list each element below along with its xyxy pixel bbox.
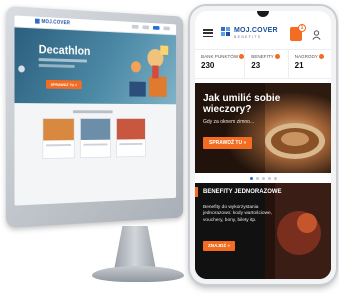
brand-name: MOJ.COVER [234, 27, 278, 34]
stat-points[interactable]: BANK PUNKTÓW 230 [195, 50, 246, 78]
one-time-benefits-card[interactable]: BENEFITY JEDNORAZOWE Benefity do wykorzy… [195, 183, 331, 279]
card-image [195, 183, 331, 279]
stat-value: 23 [251, 61, 261, 70]
desktop-hero-subtitle-line [38, 63, 75, 68]
monitor-stand-base [92, 266, 184, 282]
logo-mark-icon [221, 27, 230, 36]
card-button[interactable]: ZNAJDŹ » [203, 241, 235, 251]
promo-button[interactable]: SPRAWDŹ TU » [203, 137, 253, 149]
tile-line [83, 143, 108, 146]
stat-value: 21 [294, 61, 304, 70]
carousel-dot-active[interactable] [249, 176, 253, 180]
tile-line [119, 142, 143, 146]
card-title: BENEFITY JEDNORAZOWE [203, 189, 282, 195]
desktop-nav-item-active[interactable] [153, 25, 160, 30]
carousel-dot[interactable] [255, 176, 259, 180]
card-title-accent [195, 187, 198, 197]
desktop-section-title [72, 110, 113, 114]
tile-image [116, 118, 145, 140]
app-header: MOJ.COVER BENEFITS 1 [195, 17, 331, 47]
wallet-badge: 1 [298, 24, 306, 32]
desktop-logo[interactable]: MOJ.COVER [35, 18, 70, 26]
stat-label: BANK PUNKTÓW [201, 54, 239, 59]
stat-label: BENEFITY [251, 54, 274, 59]
monitor-bezel: MOJ.COVER Decathlon SPRAWDŹ TU » [6, 6, 184, 228]
carousel-dot[interactable] [267, 176, 271, 180]
carousel-dot[interactable] [273, 176, 277, 180]
tile-image [80, 118, 111, 141]
desktop-tile[interactable] [42, 117, 75, 160]
app-logo[interactable]: MOJ.COVER BENEFITS [221, 25, 289, 41]
stat-label: NAGRODY [294, 54, 318, 59]
desktop-hero-title: Decathlon [38, 42, 91, 58]
desktop-monitor: MOJ.COVER Decathlon SPRAWDŹ TU » [4, 0, 218, 294]
hero-illustration [129, 45, 169, 97]
desktop-nav-item[interactable] [131, 24, 139, 29]
desktop-screen: MOJ.COVER Decathlon SPRAWDŹ TU » [14, 15, 177, 206]
promo-subtitle: Gdy za oknem zimno... [203, 119, 255, 125]
carousel-dots [195, 175, 331, 181]
stat-rewards[interactable]: NAGRODY 21 [289, 50, 331, 78]
tile-image [43, 118, 74, 141]
card-description: Benefity do wykorzystania jednorazowo: k… [203, 205, 273, 223]
stat-value: 230 [201, 61, 215, 70]
carousel-prev-icon[interactable] [18, 65, 25, 73]
monitor-stand-neck [114, 226, 156, 270]
promo-banner[interactable]: Jak umilić sobie wieczory? Gdy za oknem … [195, 83, 331, 173]
desktop-hero-banner: Decathlon SPRAWDŹ TU » [14, 27, 177, 105]
user-icon[interactable] [312, 30, 321, 40]
desktop-tiles [42, 117, 146, 160]
info-icon [318, 54, 324, 59]
carousel-dot[interactable] [261, 176, 265, 180]
desktop-nav-item[interactable] [163, 26, 170, 31]
info-icon [239, 54, 245, 59]
smartphone: MOJ.COVER BENEFITS 1 BANK PUNKTÓW 230 BE… [190, 6, 336, 284]
info-icon [274, 54, 280, 59]
desktop-nav-item[interactable] [142, 25, 150, 30]
tile-line [46, 144, 72, 147]
desktop-tile[interactable] [79, 117, 111, 159]
desktop-nav [131, 24, 170, 31]
desktop-hero-button[interactable]: SPRAWDŹ TU » [46, 79, 82, 90]
phone-screen: MOJ.COVER BENEFITS 1 BANK PUNKTÓW 230 BE… [195, 11, 331, 279]
stats-bar: BANK PUNKTÓW 230 BENEFITY 23 NAGRODY 21 [195, 49, 331, 79]
desktop-hero-subtitle-line [38, 58, 87, 63]
desktop-tile[interactable] [116, 117, 146, 158]
wallet-icon[interactable]: 1 [290, 24, 306, 41]
menu-icon[interactable] [203, 29, 213, 38]
logo-mark-icon [35, 18, 40, 24]
stat-benefits[interactable]: BENEFITY 23 [245, 50, 289, 78]
promo-title: Jak umilić sobie wieczory? [203, 93, 281, 115]
brand-tagline: BENEFITS [234, 35, 262, 39]
